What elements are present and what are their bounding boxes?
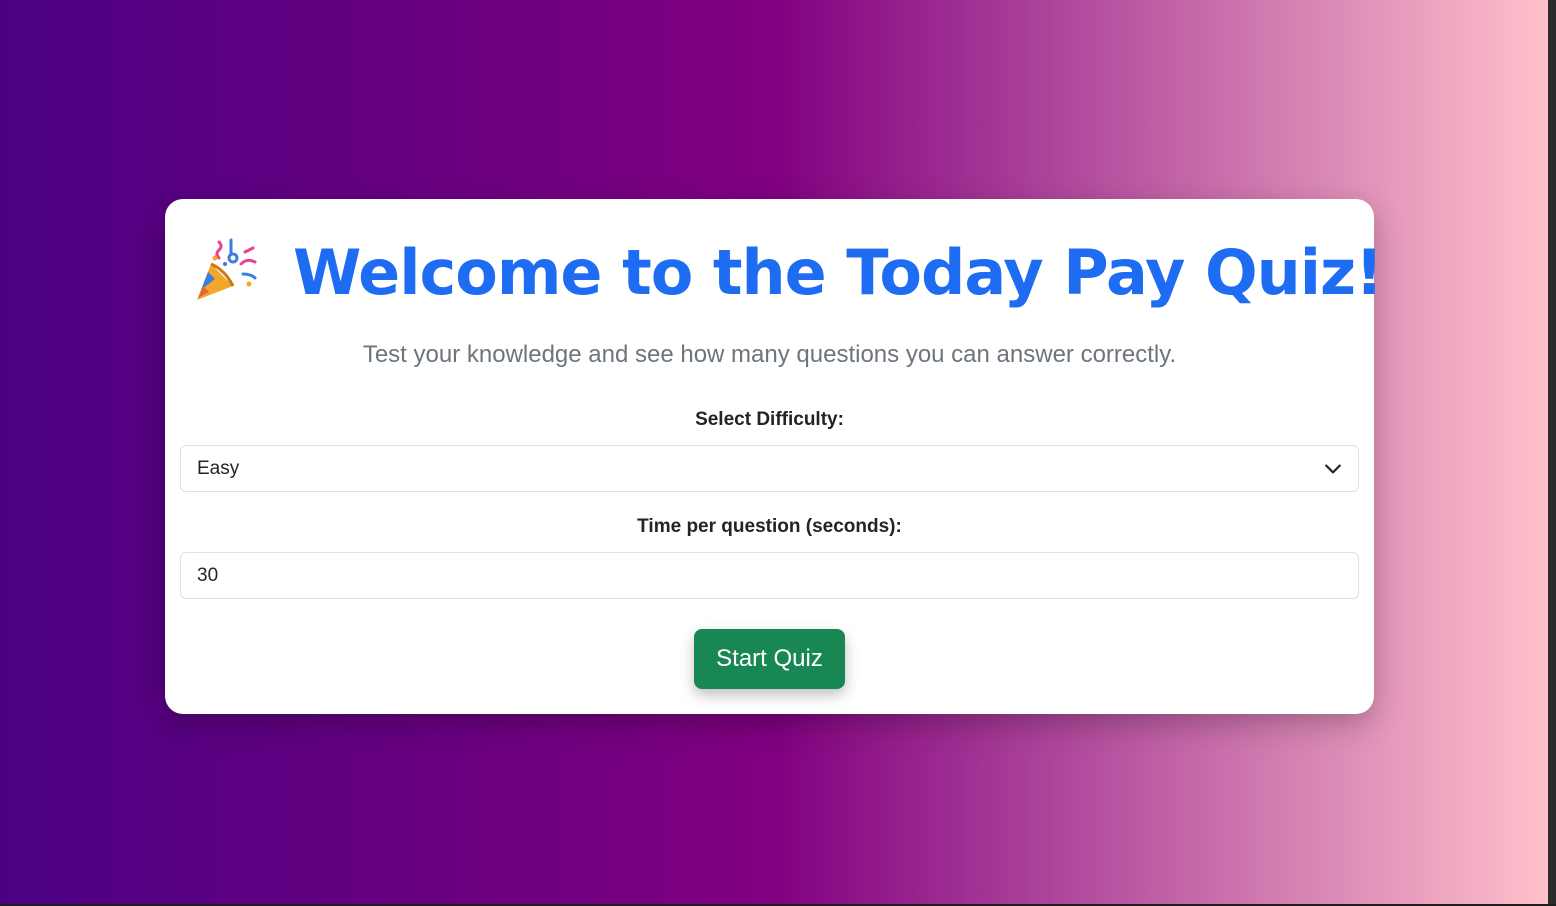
difficulty-selected-value: Easy: [197, 457, 240, 479]
time-label: Time per question (seconds):: [637, 516, 902, 537]
difficulty-select[interactable]: Easy: [180, 445, 1359, 492]
difficulty-label: Select Difficulty:: [695, 409, 844, 430]
page-subtitle: Test your knowledge and see how many que…: [362, 341, 1177, 368]
page-title: Welcome to the Today Pay Quiz!: [293, 235, 1383, 309]
title-row: Welcome to the Today Pay Quiz!: [189, 229, 1383, 315]
quiz-card: Welcome to the Today Pay Quiz! Test your…: [165, 199, 1383, 714]
time-per-question-input[interactable]: 30: [180, 552, 1359, 599]
time-value: 30: [197, 564, 219, 586]
start-quiz-button[interactable]: Start Quiz: [694, 629, 845, 689]
window-edge: [1548, 0, 1556, 906]
party-popper-icon: [197, 238, 257, 300]
chevron-down-icon: [1325, 464, 1341, 474]
